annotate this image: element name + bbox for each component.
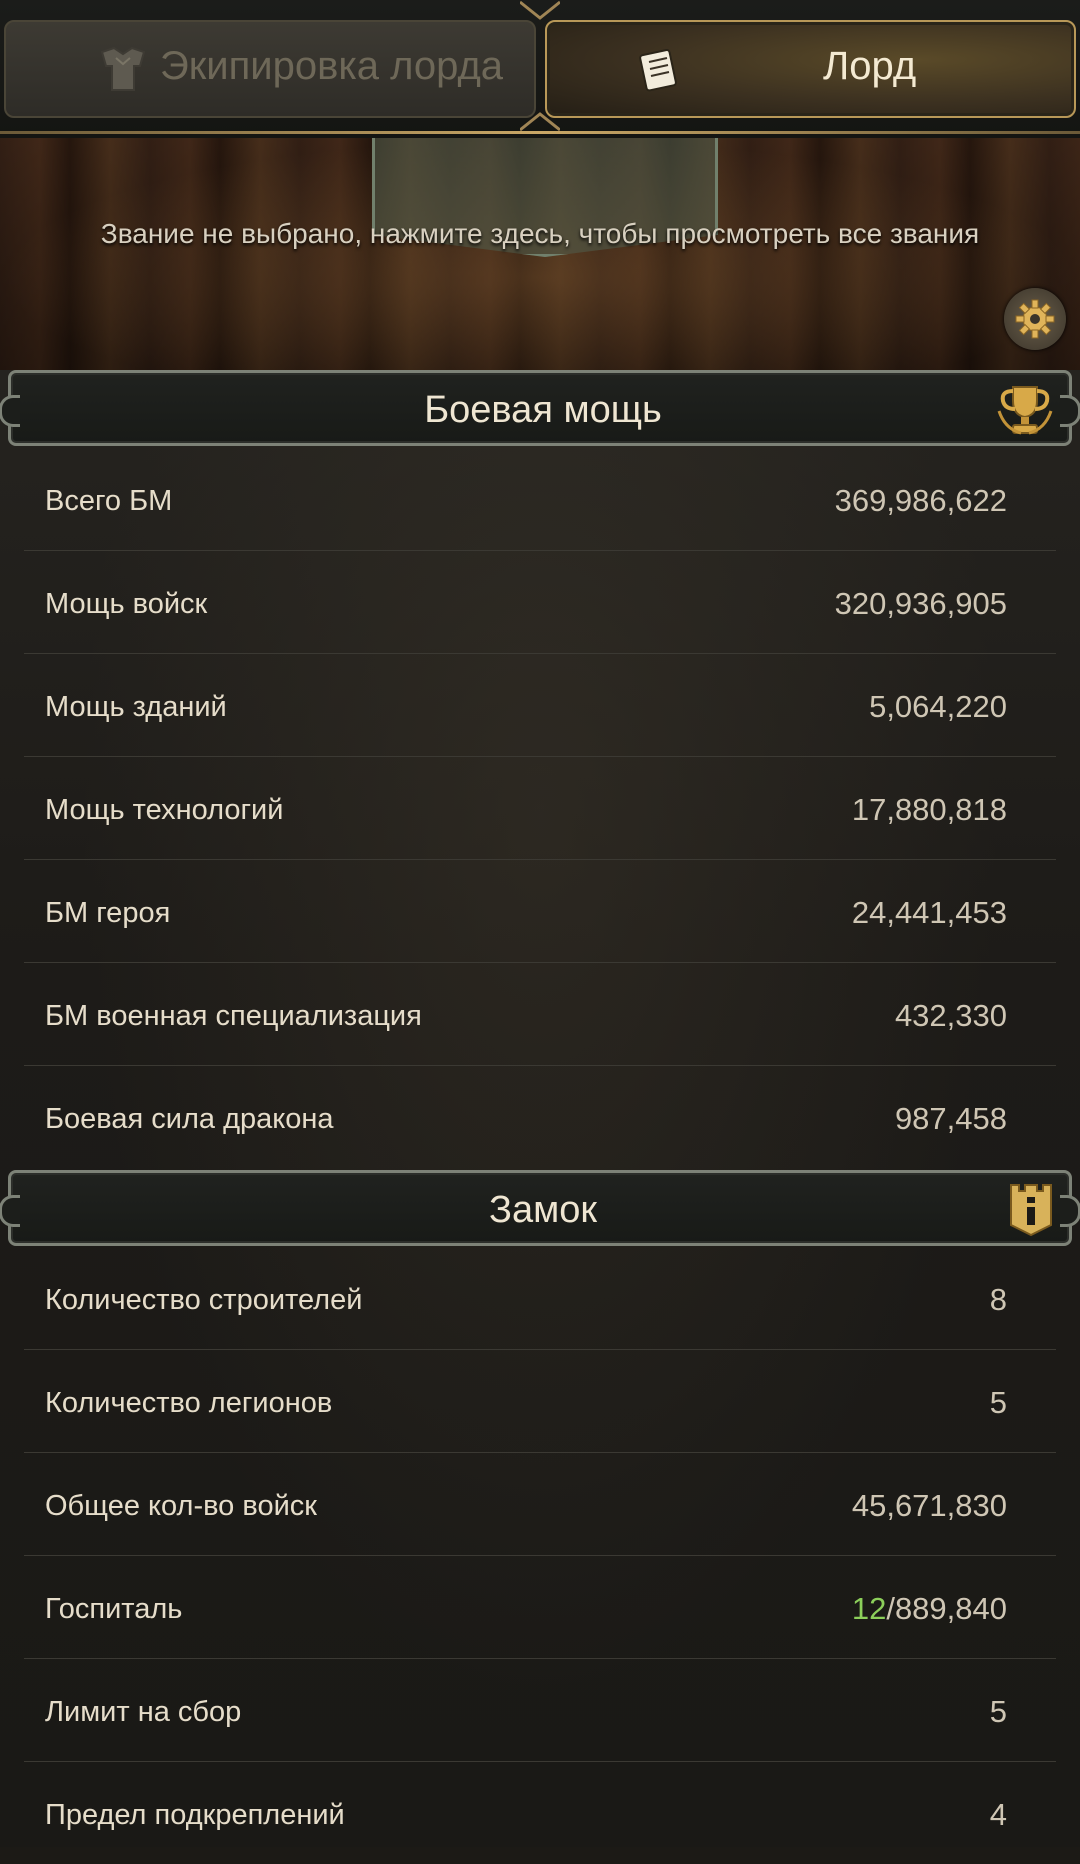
stat-row-hero-power: БМ героя 24,441,453 xyxy=(24,859,1056,963)
stat-row-builders: Количество строителей 8 xyxy=(24,1246,1056,1350)
trophy-icon[interactable] xyxy=(995,381,1055,444)
stat-label: Количество легионов xyxy=(45,1387,333,1419)
stat-label: Мощь войск xyxy=(45,588,208,620)
tab-label: Лорд xyxy=(823,44,917,88)
stat-value: 5 xyxy=(989,1694,1007,1729)
stat-row-troop-power: Мощь войск 320,936,905 xyxy=(24,550,1056,654)
settings-button[interactable] xyxy=(1004,288,1066,350)
stat-row-dragon-power: Боевая сила дракона 987,458 xyxy=(24,1065,1056,1168)
stat-value: 5 xyxy=(989,1385,1007,1420)
tab-underline xyxy=(0,131,1080,134)
stat-value: 17,880,818 xyxy=(851,792,1007,827)
stat-value: 320,936,905 xyxy=(834,586,1007,621)
stat-label: Мощь зданий xyxy=(45,691,227,723)
stat-value: 24,441,453 xyxy=(851,895,1007,930)
combat-power-header: Боевая мощь xyxy=(0,370,1080,446)
stat-label: БМ военная специализация xyxy=(45,1000,422,1032)
title-hint-text: Звание не выбрано, нажмите здесь, чтобы … xyxy=(100,218,980,249)
stat-label: Мощь технологий xyxy=(45,794,284,826)
stat-row-building-power: Мощь зданий 5,064,220 xyxy=(24,653,1056,757)
stat-value: 45,671,830 xyxy=(851,1488,1007,1523)
stat-label: Лимит на сбор xyxy=(45,1696,242,1728)
stat-value: 5,064,220 xyxy=(869,689,1007,724)
stat-row-total-power: Всего БМ 369,986,622 xyxy=(24,447,1056,551)
stat-value: 4 xyxy=(989,1797,1007,1832)
title-banner[interactable]: Звание не выбрано, нажмите здесь, чтобы … xyxy=(0,138,1080,370)
stat-value: 369,986,622 xyxy=(834,483,1007,518)
scroll-icon xyxy=(633,44,685,101)
stat-value: 8 xyxy=(989,1282,1007,1317)
stat-label: Госпиталь xyxy=(45,1593,183,1625)
hospital-current: 12 xyxy=(851,1591,887,1626)
stat-value: 987,458 xyxy=(894,1101,1007,1136)
ornament-icon xyxy=(520,112,560,132)
stat-row-military-specialization: БМ военная специализация 432,330 xyxy=(24,962,1056,1066)
lord-stats-panel[interactable]: Боевая мощь Всего БМ 369,986,622 Мощь во… xyxy=(0,370,1080,1847)
tab-bar: Экипировка лорда Лорд xyxy=(0,0,1080,138)
stat-value: 432,330 xyxy=(894,998,1007,1033)
stat-value: 12/889,840 xyxy=(852,1591,1007,1627)
gear-icon xyxy=(1015,299,1055,339)
stat-label: Количество строителей xyxy=(45,1284,363,1316)
tab-lord[interactable]: Лорд xyxy=(545,20,1076,118)
stat-row-tech-power: Мощь технологий 17,880,818 xyxy=(24,756,1056,860)
stat-label: БМ героя xyxy=(45,897,171,929)
section-title: Замок xyxy=(489,1189,597,1231)
section-title: Боевая мощь xyxy=(424,389,662,431)
ornament-icon xyxy=(520,0,560,20)
hospital-max: /889,840 xyxy=(886,1591,1007,1626)
castle-header: Замок xyxy=(0,1170,1080,1246)
stat-row-reinforcement-limit: Предел подкреплений 4 xyxy=(24,1761,1056,1864)
stat-row-legions: Количество легионов 5 xyxy=(24,1349,1056,1453)
tab-lord-equipment[interactable]: Экипировка лорда xyxy=(4,20,536,118)
tab-label: Экипировка лорда xyxy=(160,44,504,88)
castle-tower-icon[interactable] xyxy=(1007,1181,1055,1244)
stat-row-total-troops: Общее кол-во войск 45,671,830 xyxy=(24,1452,1056,1556)
armor-icon xyxy=(96,44,150,101)
stat-label: Боевая сила дракона xyxy=(45,1103,334,1135)
stat-label: Предел подкреплений xyxy=(45,1799,345,1831)
stat-row-hospital: Госпиталь 12/889,840 xyxy=(24,1555,1056,1659)
stat-label: Всего БМ xyxy=(45,485,173,517)
stat-label: Общее кол-во войск xyxy=(45,1490,317,1522)
stat-row-gather-limit: Лимит на сбор 5 xyxy=(24,1658,1056,1762)
